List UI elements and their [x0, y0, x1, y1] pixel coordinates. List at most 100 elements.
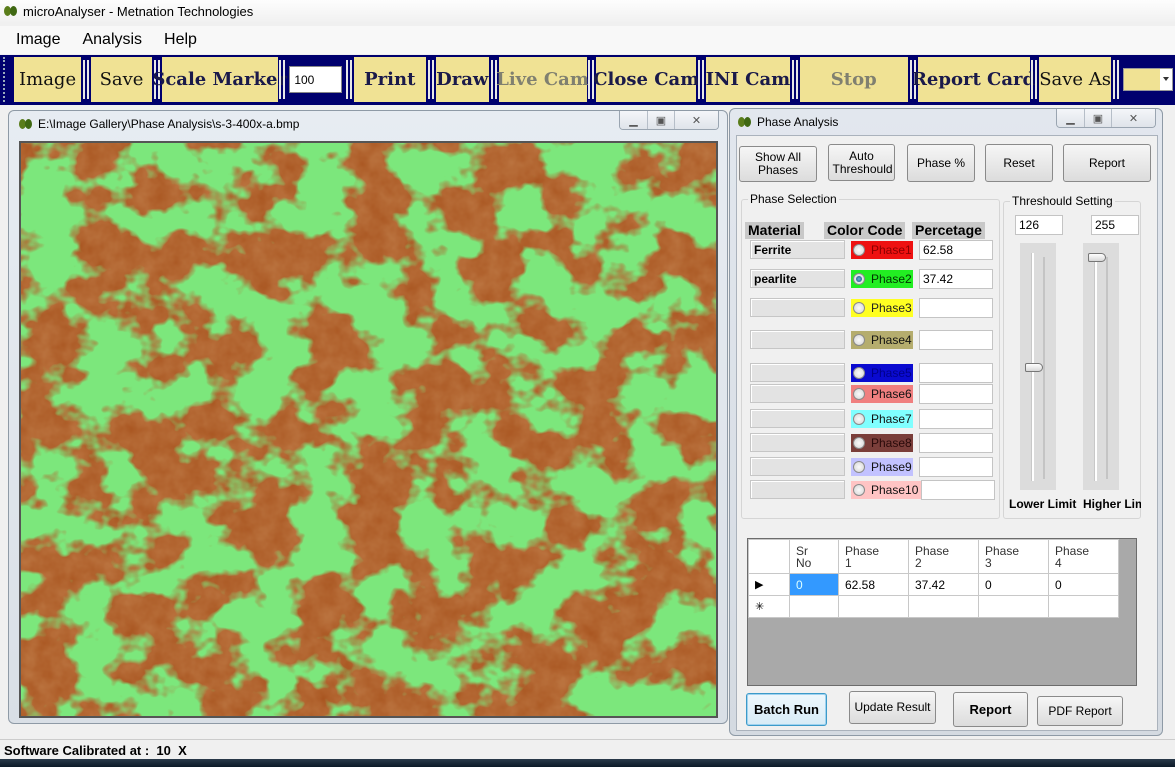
column-header[interactable]: Phase 3 — [978, 539, 1049, 574]
percentage-field[interactable] — [919, 433, 993, 453]
radio-icon[interactable] — [853, 484, 865, 496]
phase-radio-2[interactable]: Phase2 — [851, 270, 913, 288]
print-button[interactable]: Print — [353, 57, 427, 102]
reset-button[interactable]: Reset — [985, 144, 1053, 182]
percentage-field[interactable] — [919, 298, 993, 318]
material-field[interactable] — [750, 457, 845, 476]
toolbar-combo[interactable] — [1122, 68, 1174, 91]
save-button[interactable]: Save — [91, 57, 152, 102]
radio-icon[interactable] — [853, 461, 865, 473]
phase-radio-10[interactable]: Phase10 — [851, 481, 921, 499]
phase-percent-button[interactable]: Phase % — [907, 144, 975, 182]
radio-icon[interactable] — [853, 413, 865, 425]
grid-report-button[interactable]: Report — [953, 692, 1028, 727]
column-header[interactable]: Phase 4 — [1048, 539, 1119, 574]
column-header[interactable]: Phase 1 — [838, 539, 909, 574]
table-cell[interactable] — [1048, 595, 1119, 618]
batch-run-button[interactable]: Batch Run — [746, 693, 827, 726]
material-field[interactable] — [750, 298, 845, 317]
lower-limit-slider-thumb[interactable] — [1025, 363, 1043, 373]
phase-radio-9[interactable]: Phase9 — [851, 458, 913, 476]
maximize-icon[interactable]: ▣ — [1084, 109, 1111, 127]
table-cell[interactable]: 62.58 — [838, 573, 909, 596]
save-as-button[interactable]: Save As — [1039, 57, 1112, 102]
material-field[interactable] — [750, 409, 845, 428]
material-field[interactable] — [750, 363, 845, 382]
higher-threshold-input[interactable]: 255 — [1091, 215, 1139, 235]
close-icon[interactable]: ✕ — [1111, 109, 1155, 127]
material-field[interactable]: pearlite — [750, 269, 845, 288]
radio-icon[interactable] — [853, 244, 865, 256]
column-header[interactable]: Sr No — [789, 539, 839, 574]
percentage-field[interactable]: 62.58 — [919, 240, 993, 260]
results-grid[interactable]: Sr No Phase 1 Phase 2 Phase 3 Phase 4 ▶ 0 62.5… — [747, 538, 1137, 686]
image-button[interactable]: Image — [13, 57, 82, 102]
percentage-field[interactable] — [919, 409, 993, 429]
lower-threshold-input[interactable]: 126 — [1015, 215, 1063, 235]
close-cam-button[interactable]: Close Cam — [593, 57, 699, 102]
radio-icon[interactable] — [853, 388, 865, 400]
radio-icon[interactable] — [853, 273, 865, 285]
phase-radio-8[interactable]: Phase8 — [851, 434, 913, 452]
phase-radio-7[interactable]: Phase7 — [851, 410, 913, 428]
phase-radio-1[interactable]: Phase1 — [851, 241, 913, 259]
radio-icon[interactable] — [853, 367, 865, 379]
percentage-field[interactable] — [921, 480, 995, 500]
report-button[interactable]: Report — [1063, 144, 1151, 182]
minimize-icon[interactable]: ▁ — [620, 111, 647, 129]
higher-limit-slider-thumb[interactable] — [1088, 253, 1106, 262]
ini-cam-button[interactable]: INI Cam — [706, 57, 790, 102]
material-field[interactable]: Ferrite — [750, 240, 845, 259]
radio-icon[interactable] — [853, 437, 865, 449]
percentage-field[interactable] — [919, 384, 993, 404]
menu-analysis[interactable]: Analysis — [82, 31, 142, 49]
pdf-report-button[interactable]: PDF Report — [1037, 696, 1123, 726]
table-cell[interactable]: 37.42 — [908, 573, 979, 596]
radio-icon[interactable] — [853, 334, 865, 346]
menu-image[interactable]: Image — [16, 31, 60, 49]
percentage-field[interactable]: 37.42 — [919, 269, 993, 289]
table-cell[interactable]: 0 — [978, 573, 1049, 596]
phase-radio-5[interactable]: Phase5 — [851, 364, 913, 382]
percentage-field[interactable] — [919, 457, 993, 477]
table-cell[interactable] — [838, 595, 909, 618]
menu-help[interactable]: Help — [164, 31, 197, 49]
new-row[interactable]: ✳ — [748, 595, 1119, 618]
scale-value-input[interactable]: 100 — [289, 66, 342, 93]
table-cell[interactable]: 0 — [1048, 573, 1119, 596]
scale-marker-button[interactable]: Scale Marker — [152, 57, 287, 102]
material-field[interactable] — [750, 433, 845, 452]
phase-radio-4[interactable]: Phase4 — [851, 331, 913, 349]
percentage-field[interactable] — [919, 363, 993, 383]
lower-limit-slider[interactable] — [1020, 243, 1056, 490]
table-cell[interactable]: 0 — [789, 573, 839, 596]
material-field[interactable] — [750, 384, 845, 403]
table-cell[interactable] — [978, 595, 1049, 618]
table-row[interactable]: ▶ 0 62.58 37.42 0 0 — [748, 573, 1119, 596]
draw-button[interactable]: Draw — [435, 57, 489, 102]
minimize-icon[interactable]: ▁ — [1057, 109, 1084, 127]
material-field[interactable] — [750, 480, 845, 499]
window-controls: ▁ ▣ ✕ — [619, 111, 719, 130]
column-header[interactable]: Phase 2 — [908, 539, 979, 574]
auto-threshold-button[interactable]: Auto Threshould — [828, 144, 895, 181]
higher-limit-slider[interactable] — [1083, 243, 1119, 490]
toolbar-grip[interactable] — [3, 57, 13, 102]
show-all-phases-button[interactable]: Show All Phases — [739, 146, 817, 182]
phase-radio-3[interactable]: Phase3 — [851, 299, 913, 317]
close-icon[interactable]: ✕ — [674, 111, 718, 129]
maximize-icon[interactable]: ▣ — [647, 111, 674, 129]
update-result-button[interactable]: Update Result — [849, 691, 936, 724]
material-field[interactable] — [750, 330, 845, 349]
table-cell[interactable] — [908, 595, 979, 618]
live-cam-button[interactable]: Live Cam — [496, 57, 589, 102]
phase-radio-6[interactable]: Phase6 — [851, 385, 913, 403]
row-indicator-icon[interactable]: ▶ — [748, 573, 790, 596]
micrograph-image[interactable] — [19, 141, 718, 718]
radio-icon[interactable] — [853, 302, 865, 314]
new-row-icon[interactable]: ✳ — [748, 595, 790, 618]
report-card-button[interactable]: Report Card — [912, 57, 1035, 102]
stop-button[interactable]: Stop — [799, 57, 908, 102]
table-cell[interactable] — [789, 595, 839, 618]
percentage-field[interactable] — [919, 330, 993, 350]
